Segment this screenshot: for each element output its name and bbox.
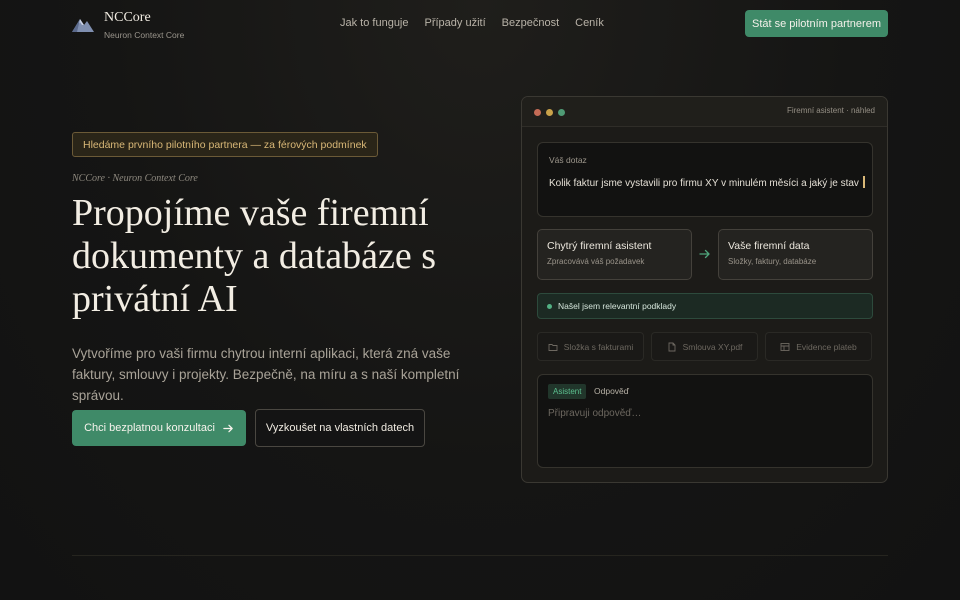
source-label: Smlouva XY.pdf — [682, 341, 743, 352]
source-invoices-folder[interactable]: Složka s fakturami — [537, 332, 644, 361]
brand-subtitle: Neuron Context Core — [104, 30, 185, 40]
preview-window-title: Firemní asistent · náhled — [786, 106, 875, 115]
free-consultation-label: Chci bezplatnou konzultaci — [84, 422, 215, 434]
preview-titlebar: Firemní asistent · náhled — [522, 97, 887, 127]
try-own-data-button[interactable]: Vyzkoušet na vlastních datech — [255, 409, 425, 447]
brand-name: NCCore — [104, 10, 151, 25]
folder-icon — [548, 343, 558, 351]
table-icon — [780, 342, 790, 351]
nav-security[interactable]: Bezpečnost — [502, 16, 559, 30]
section-divider — [72, 555, 888, 556]
assistant-tag: Asistent — [548, 384, 587, 399]
assistant-card-subtitle: Zpracovává váš požadavek — [547, 257, 645, 266]
hero-description: Vytvoříme pro vaši firmu chytrou interní… — [72, 346, 460, 403]
document-icon — [668, 342, 676, 351]
pilot-partner-button[interactable]: Stát se pilotním partnerem — [745, 10, 888, 37]
nav-pricing[interactable]: Ceník — [575, 16, 604, 30]
source-payments-table[interactable]: Evidence plateb — [765, 332, 872, 361]
query-input[interactable]: Váš dotaz Kolik faktur jsme vystavili pr… — [537, 142, 873, 217]
main-nav: Jak to funguje Případy užití Bezpečnost … — [340, 16, 604, 30]
company-data-card-subtitle: Složky, faktury, databáze — [728, 257, 817, 266]
answer-placeholder: Připravuji odpověď… — [548, 408, 642, 419]
mountain-logo-icon — [72, 19, 94, 32]
arrow-right-icon — [223, 424, 233, 432]
nav-use-cases[interactable]: Případy užití — [425, 16, 486, 30]
query-text: Kolik faktur jsme vystavili pro firmu XY… — [549, 178, 859, 189]
assistant-card: Chytrý firemní asistent Zpracovává váš p… — [537, 229, 692, 280]
source-contract-pdf[interactable]: Smlouva XY.pdf — [651, 332, 758, 361]
minimize-dot-icon — [546, 109, 553, 116]
text-caret — [862, 176, 865, 188]
close-dot-icon — [534, 109, 541, 116]
nav-how-it-works[interactable]: Jak to funguje — [340, 16, 409, 30]
company-data-card: Vaše firemní data Složky, faktury, datab… — [718, 229, 873, 280]
free-consultation-button[interactable]: Chci bezplatnou konzultaci — [72, 410, 246, 446]
answer-panel: Asistent Odpověď Připravuji odpověď… — [537, 374, 873, 468]
found-sources-text: Našel jsem relevantní podklady — [558, 301, 677, 311]
arrow-right-icon — [699, 249, 710, 259]
assistant-card-title: Chytrý firemní asistent — [547, 240, 652, 252]
answer-label: Odpověď — [594, 386, 629, 396]
found-sources-status: Našel jsem relevantní podklady — [537, 293, 873, 319]
assistant-preview-window: Firemní asistent · náhled Váš dotaz Koli… — [521, 96, 888, 483]
source-label: Složka s fakturami — [563, 341, 634, 352]
query-text-row: Kolik faktur jsme vystavili pro firmu XY… — [549, 176, 865, 189]
query-label: Váš dotaz — [549, 155, 587, 165]
source-label: Evidence plateb — [796, 341, 857, 352]
logo[interactable]: NCCore Neuron Context Core — [72, 10, 184, 41]
maximize-dot-icon — [558, 109, 565, 116]
pilot-partner-badge: Hledáme prvního pilotního partnera — za … — [72, 132, 378, 157]
site-header: NCCore Neuron Context Core Jak to funguj… — [0, 0, 960, 48]
hero-eyebrow: NCCore · Neuron Context Core — [72, 173, 198, 184]
company-data-card-title: Vaše firemní data — [728, 240, 810, 252]
hero-title: Propojíme vaše firemní dokumenty a datab… — [72, 192, 437, 320]
status-dot-icon — [547, 304, 552, 309]
